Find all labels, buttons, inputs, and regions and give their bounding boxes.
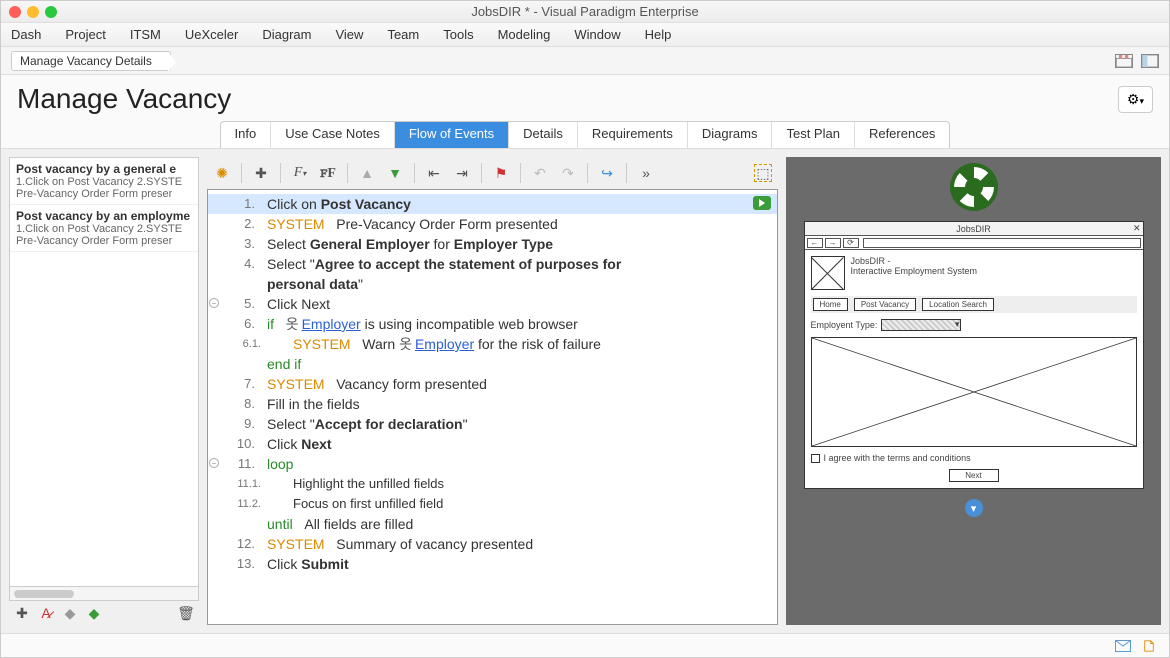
maximize-window-button[interactable] — [45, 6, 57, 18]
aperture-logo-icon — [950, 163, 998, 211]
forward-icon[interactable]: → — [825, 238, 841, 248]
list-item[interactable]: Post vacancy by an employme 1.Click on P… — [10, 205, 198, 252]
page-title: Manage Vacancy — [17, 83, 231, 115]
move-up-icon[interactable]: ▲ — [358, 164, 376, 182]
url-field[interactable] — [863, 238, 1141, 248]
list-item[interactable]: Post vacancy by a general e 1.Click on P… — [10, 158, 198, 205]
breadcrumb[interactable]: Manage Vacancy Details — [11, 51, 171, 71]
menu-team[interactable]: Team — [387, 27, 419, 42]
terms-label: I agree with the terms and conditions — [824, 453, 971, 463]
indent-icon[interactable]: ⇥ — [453, 164, 471, 182]
tab-flow-of-events[interactable]: Flow of Events — [395, 122, 509, 148]
back-icon[interactable]: ← — [807, 238, 823, 248]
menubar: Dash Project ITSM UeXceler Diagram View … — [1, 23, 1169, 47]
list-item-title: Post vacancy by an employme — [16, 209, 192, 223]
menu-diagram[interactable]: Diagram — [262, 27, 311, 42]
flag-icon[interactable]: ⚑ — [492, 164, 510, 182]
logo-placeholder — [811, 256, 845, 290]
flow-editor[interactable]: − − 1. 2. 3. 4. 5. 6. 6.1. 7. 8. 9. 10. … — [207, 189, 778, 625]
post-vacancy-button[interactable]: Post Vacancy — [854, 298, 916, 311]
wireframe-preview-pane: JobsDIR✕ ← → ⟳ JobsDIR - Interactive Emp… — [786, 157, 1161, 625]
employment-type-select[interactable] — [881, 319, 961, 331]
gutter: 1. 2. 3. 4. 5. 6. 6.1. 7. 8. 9. 10. 11. … — [208, 190, 263, 624]
undo-icon[interactable]: ↶ — [531, 164, 549, 182]
statusbar — [1, 633, 1169, 657]
editor-toolbar: ✺ ✚ F▾ ꜰF ▲ ▼ ⇤ ⇥ ⚑ ↶ ↷ ↪ » ⬚ — [207, 157, 778, 189]
tab-details[interactable]: Details — [509, 122, 578, 148]
employer-link[interactable]: Employer — [415, 336, 474, 352]
redo-icon[interactable]: ↷ — [559, 164, 577, 182]
fold-icon[interactable]: − — [209, 298, 219, 308]
tab-info[interactable]: Info — [221, 122, 272, 148]
tab-references[interactable]: References — [855, 122, 949, 148]
more-icon[interactable]: » — [637, 164, 655, 182]
scenario-list: Post vacancy by a general e 1.Click on P… — [9, 157, 199, 587]
mail-icon[interactable] — [1115, 640, 1131, 652]
select-icon[interactable]: ⬚ — [754, 164, 772, 182]
wireframe-navbar: ← → ⟳ — [805, 236, 1143, 250]
content-placeholder — [811, 337, 1137, 447]
location-search-button[interactable]: Location Search — [922, 298, 994, 311]
up-icon[interactable]: ◆ — [61, 604, 79, 622]
outdent-icon[interactable]: ⇤ — [425, 164, 443, 182]
menu-uexceler[interactable]: UeXceler — [185, 27, 238, 42]
menu-project[interactable]: Project — [65, 27, 105, 42]
panel-icon[interactable] — [1141, 54, 1159, 68]
play-icon[interactable] — [753, 196, 771, 210]
tab-diagrams[interactable]: Diagrams — [688, 122, 773, 148]
font-small-icon[interactable]: F▾ — [291, 164, 309, 182]
employment-type-label: Employent Type: — [811, 320, 878, 330]
menu-help[interactable]: Help — [645, 27, 672, 42]
menu-modeling[interactable]: Modeling — [498, 27, 551, 42]
employer-link[interactable]: Employer — [302, 316, 361, 332]
close-window-button[interactable] — [9, 6, 21, 18]
export-icon[interactable]: ↪ — [598, 164, 616, 182]
menu-dash[interactable]: Dash — [11, 27, 41, 42]
terms-checkbox[interactable] — [811, 454, 820, 463]
trash-icon[interactable]: 🗑 — [177, 604, 195, 622]
window-title: JobsDIR * - Visual Paradigm Enterprise — [471, 4, 698, 19]
next-button[interactable]: Next — [949, 469, 999, 482]
tabs: Info Use Case Notes Flow of Events Detai… — [220, 121, 951, 148]
actor-icon: 옷 — [286, 314, 298, 334]
wireframe-titlebar: JobsDIR✕ — [805, 222, 1143, 236]
add-icon[interactable]: ✚ — [13, 604, 31, 622]
wireframe-window[interactable]: JobsDIR✕ ← → ⟳ JobsDIR - Interactive Emp… — [804, 221, 1144, 489]
menu-view[interactable]: View — [335, 27, 363, 42]
horizontal-scrollbar[interactable] — [9, 587, 199, 601]
actor-icon: 옷 — [399, 334, 411, 354]
gear-button[interactable]: ⚙▾ — [1118, 86, 1153, 113]
new-step-icon[interactable]: ✺ — [213, 164, 231, 182]
list-item-title: Post vacancy by a general e — [16, 162, 192, 176]
layout-icon[interactable] — [1115, 54, 1133, 68]
move-down-icon[interactable]: ▼ — [386, 164, 404, 182]
tab-use-case-notes[interactable]: Use Case Notes — [271, 122, 395, 148]
minimize-window-button[interactable] — [27, 6, 39, 18]
document-icon[interactable] — [1141, 640, 1157, 652]
tab-test-plan[interactable]: Test Plan — [772, 122, 854, 148]
close-icon[interactable]: ✕ — [1133, 223, 1141, 234]
home-button[interactable]: Home — [813, 298, 848, 311]
font-large-icon[interactable]: ꜰF — [319, 164, 337, 182]
menu-tools[interactable]: Tools — [443, 27, 473, 42]
actor-icon[interactable]: A̷ — [37, 604, 55, 622]
fold-icon[interactable]: − — [209, 458, 219, 468]
add-step-icon[interactable]: ✚ — [252, 164, 270, 182]
refresh-icon[interactable]: ⟳ — [843, 238, 859, 248]
scroll-down-icon[interactable]: ▾ — [965, 499, 983, 517]
menu-window[interactable]: Window — [574, 27, 620, 42]
code-column[interactable]: Click on Post Vacancy SYSTEM Pre-Vacancy… — [263, 190, 777, 624]
titlebar: JobsDIR * - Visual Paradigm Enterprise — [1, 1, 1169, 23]
down-icon[interactable]: ◆ — [85, 604, 103, 622]
tab-requirements[interactable]: Requirements — [578, 122, 688, 148]
menu-itsm[interactable]: ITSM — [130, 27, 161, 42]
